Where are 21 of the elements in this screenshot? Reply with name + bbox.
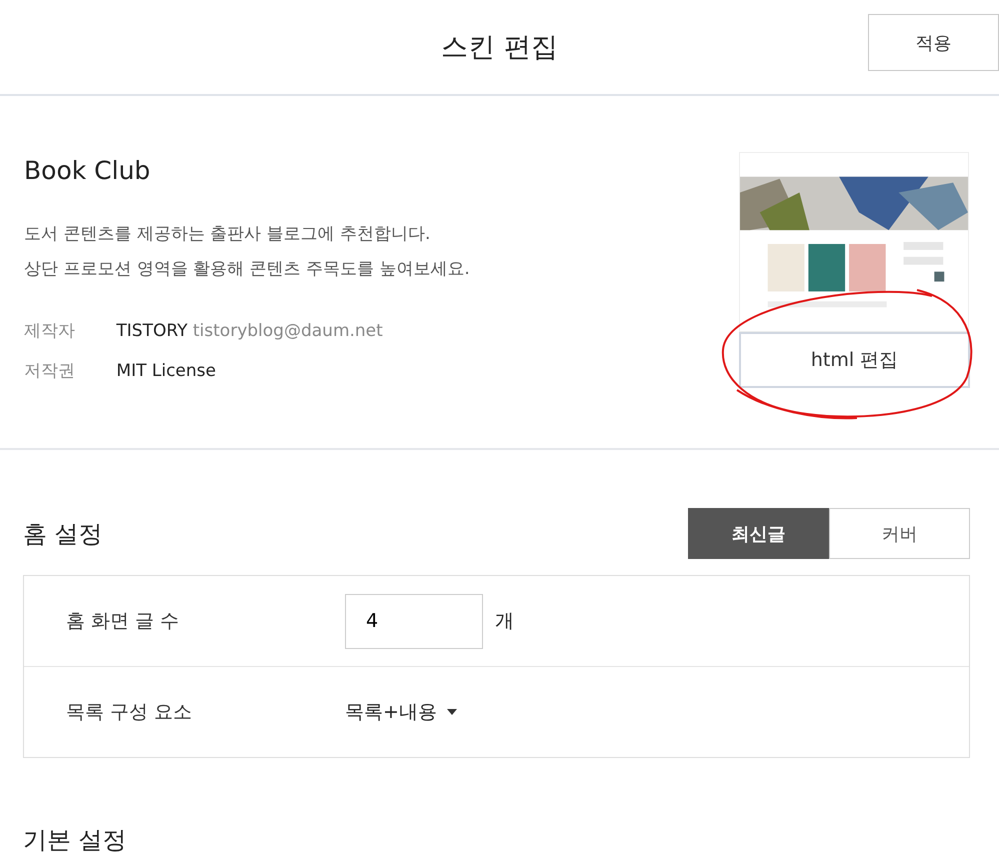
list-layout-dropdown[interactable]: 목록+내용 <box>345 699 457 725</box>
description-line: 상단 프로모션 영역을 활용해 콘텐츠 주목도를 높여보세요. <box>24 258 470 281</box>
page-title: 스킨 편집 <box>441 31 558 65</box>
setting-label: 목록 구성 요소 <box>66 700 194 725</box>
meta-value: TISTORY <box>116 321 188 341</box>
meta-label: 제작자 <box>24 320 76 343</box>
mode-tab[interactable]: 최신글 <box>688 508 829 559</box>
section-title: 기본 설정 <box>23 825 128 856</box>
meta-label: 저작권 <box>24 360 76 383</box>
description-line: 도서 콘텐츠를 제공하는 출판사 블로그에 추천합니다. <box>24 223 432 246</box>
html-edit-button[interactable]: html 편집 <box>739 332 970 388</box>
section-title: 홈 설정 <box>23 518 103 550</box>
mode-tab[interactable]: 커버 <box>829 508 970 559</box>
author-email: tistoryblog@daum.net <box>192 321 383 341</box>
skin-name: Book Club <box>24 156 152 185</box>
apply-button[interactable]: 적용 <box>868 14 999 71</box>
caret-icon <box>446 709 457 715</box>
meta-value: MIT License <box>116 361 216 381</box>
unit-label: 개 <box>495 609 514 634</box>
post-count-field[interactable]: 4 <box>345 594 483 648</box>
setting-label: 홈 화면 글 수 <box>66 609 180 634</box>
